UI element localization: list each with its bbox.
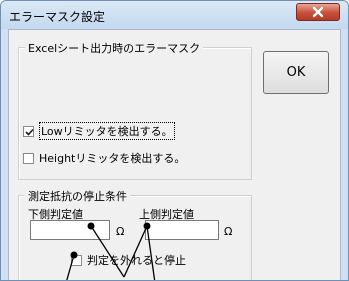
- callout-pointers: [66, 222, 156, 280]
- window-title: エラーマスク設定: [9, 10, 106, 24]
- dialog-window: エラーマスク設定 Excelシート出力時のエラーマスク OK Lowリミッタを検…: [0, 0, 349, 281]
- close-icon: [312, 6, 324, 18]
- callout-line-lower: [66, 251, 78, 280]
- callout-line-input-left: [87, 222, 125, 278]
- title-bar[interactable]: エラーマスク設定: [1, 1, 348, 29]
- dialog-body: Excelシート出力時のエラーマスク OK Lowリミッタを検出する。 Heig…: [8, 29, 341, 280]
- close-button[interactable]: [296, 3, 340, 21]
- callout-line-input-right: [123, 222, 156, 280]
